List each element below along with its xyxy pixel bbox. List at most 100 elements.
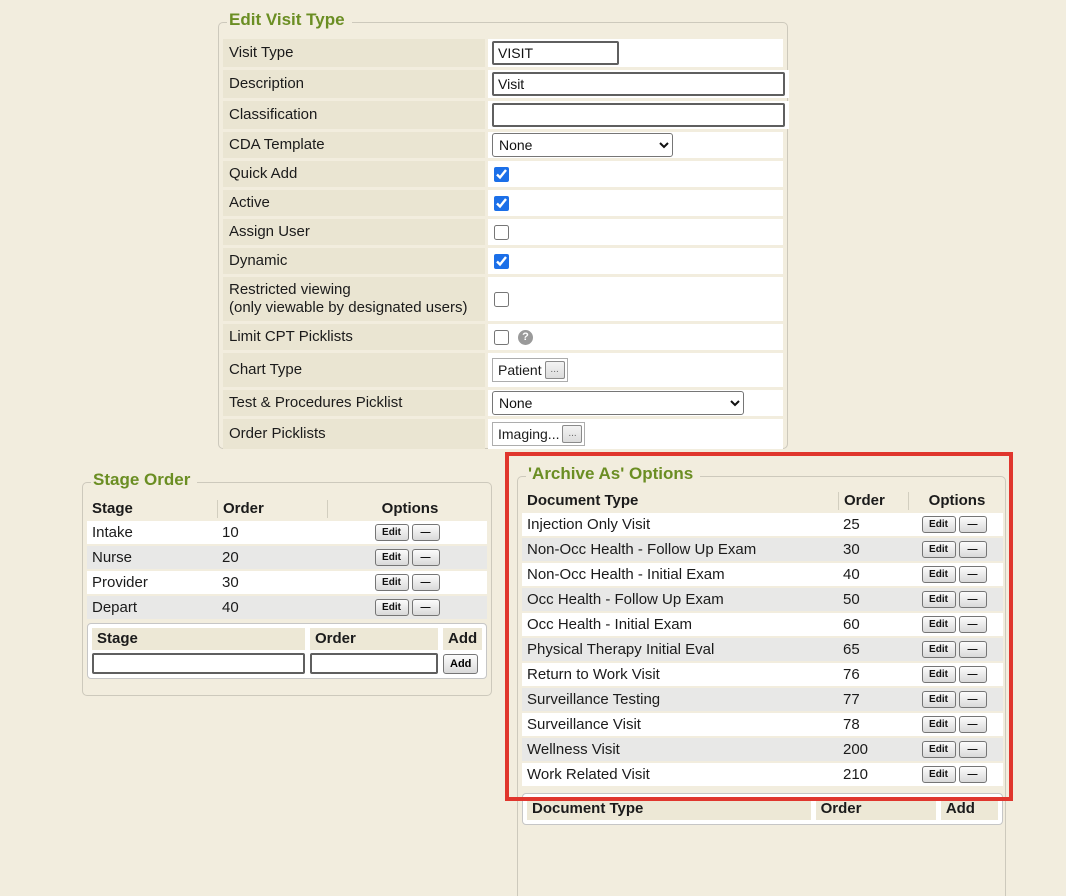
- description-row: Description: [223, 70, 783, 98]
- new-stage-order-input[interactable]: [310, 653, 438, 674]
- edit-button[interactable]: Edit: [922, 666, 956, 683]
- edit-visit-type-form: Visit Type Description Classification CD…: [219, 23, 787, 453]
- edit-button[interactable]: Edit: [922, 691, 956, 708]
- remove-button[interactable]: —: [959, 591, 987, 608]
- edit-button[interactable]: Edit: [375, 599, 409, 616]
- visit-type-label: Visit Type: [223, 39, 485, 67]
- edit-button[interactable]: Edit: [922, 591, 956, 608]
- remove-button[interactable]: —: [959, 741, 987, 758]
- quick-add-row: Quick Add: [223, 161, 783, 187]
- row-name: Injection Only Visit: [522, 516, 838, 533]
- row-options: Edit—: [327, 574, 487, 591]
- help-icon[interactable]: ?: [518, 330, 533, 345]
- test-procedures-label: Test & Procedures Picklist: [223, 390, 485, 416]
- remove-button[interactable]: —: [959, 716, 987, 733]
- test-procedures-row: Test & Procedures Picklist None: [223, 390, 783, 416]
- test-procedures-select[interactable]: None: [492, 391, 744, 415]
- remove-button[interactable]: —: [959, 616, 987, 633]
- visit-type-input[interactable]: [492, 41, 619, 65]
- limit-cpt-checkbox[interactable]: [494, 330, 509, 345]
- order-picklists-browse-button[interactable]: ...: [562, 425, 582, 443]
- remove-button[interactable]: —: [959, 516, 987, 533]
- table-row: Surveillance Testing77Edit—: [522, 688, 1003, 711]
- table-row: Provider30Edit—: [87, 571, 487, 594]
- table-row: Injection Only Visit25Edit—: [522, 513, 1003, 536]
- row-options: Edit—: [908, 741, 1000, 758]
- row-order: 65: [838, 641, 908, 658]
- dynamic-label: Dynamic: [223, 248, 485, 274]
- restricted-viewing-checkbox[interactable]: [494, 292, 509, 307]
- assign-user-checkbox[interactable]: [494, 225, 509, 240]
- table-row: Depart40Edit—: [87, 596, 487, 619]
- edit-button[interactable]: Edit: [922, 541, 956, 558]
- remove-button[interactable]: —: [959, 666, 987, 683]
- archive-as-legend: 'Archive As' Options: [526, 464, 700, 484]
- edit-button[interactable]: Edit: [375, 524, 409, 541]
- column-header-options: Options: [327, 500, 487, 518]
- edit-visit-type-legend: Edit Visit Type: [227, 10, 352, 30]
- row-options: Edit—: [908, 716, 1000, 733]
- stage-order-fieldset: Stage Order Stage Order Options Intake10…: [82, 482, 492, 696]
- quick-add-checkbox[interactable]: [494, 167, 509, 182]
- archive-table-body: Injection Only Visit25Edit— Non-Occ Healt…: [522, 513, 1003, 786]
- limit-cpt-label: Limit CPT Picklists: [223, 324, 485, 350]
- chart-type-value: Patient: [498, 362, 542, 378]
- cda-template-select[interactable]: None: [492, 133, 673, 157]
- row-name: Surveillance Testing: [522, 691, 838, 708]
- remove-button[interactable]: —: [412, 524, 440, 541]
- edit-button[interactable]: Edit: [922, 641, 956, 658]
- edit-button[interactable]: Edit: [922, 716, 956, 733]
- new-stage-input[interactable]: [92, 653, 305, 674]
- edit-button[interactable]: Edit: [922, 741, 956, 758]
- edit-button[interactable]: Edit: [375, 549, 409, 566]
- quick-add-label: Quick Add: [223, 161, 485, 187]
- row-name: Occ Health - Initial Exam: [522, 616, 838, 633]
- row-name: Non-Occ Health - Initial Exam: [522, 566, 838, 583]
- row-name: Work Related Visit: [522, 766, 838, 783]
- chart-type-browse-button[interactable]: ...: [545, 361, 565, 379]
- edit-button[interactable]: Edit: [922, 616, 956, 633]
- row-order: 30: [217, 574, 327, 591]
- table-row: Return to Work Visit76 Edit—: [522, 663, 1003, 686]
- add-stage-button[interactable]: Add: [443, 654, 478, 674]
- archive-add-box: Document Type Order Add: [522, 793, 1003, 825]
- row-order: 50: [838, 591, 908, 608]
- cda-template-row: CDA Template None: [223, 132, 783, 158]
- table-row: Wellness Visit200Edit—: [522, 738, 1003, 761]
- order-picklists-picker: Imaging... ...: [492, 422, 585, 446]
- edit-button[interactable]: Edit: [922, 516, 956, 533]
- table-row: Occ Health - Initial Exam60Edit—: [522, 613, 1003, 636]
- row-options: Edit—: [327, 549, 487, 566]
- row-name: Provider: [87, 574, 217, 591]
- remove-button[interactable]: —: [959, 541, 987, 558]
- edit-button[interactable]: Edit: [922, 566, 956, 583]
- remove-button[interactable]: —: [959, 766, 987, 783]
- classification-input[interactable]: [492, 103, 785, 127]
- dynamic-checkbox[interactable]: [494, 254, 509, 269]
- row-name: Return to Work Visit: [522, 666, 838, 683]
- row-order: 78: [838, 716, 908, 733]
- assign-user-label: Assign User: [223, 219, 485, 245]
- remove-button[interactable]: —: [959, 641, 987, 658]
- table-row: Nurse20Edit—: [87, 546, 487, 569]
- row-name: Non-Occ Health - Follow Up Exam: [522, 541, 838, 558]
- remove-button[interactable]: —: [959, 691, 987, 708]
- description-label: Description: [223, 70, 485, 98]
- remove-button[interactable]: —: [412, 599, 440, 616]
- table-row: Physical Therapy Initial Eval65Edit—: [522, 638, 1003, 661]
- row-options: Edit—: [908, 616, 1000, 633]
- add-header-add: Add: [443, 628, 482, 650]
- row-options: Edit—: [908, 591, 1000, 608]
- remove-button[interactable]: —: [959, 566, 987, 583]
- chart-type-row: Chart Type Patient ...: [223, 353, 783, 387]
- row-order: 76: [838, 666, 908, 683]
- remove-button[interactable]: —: [412, 549, 440, 566]
- description-input[interactable]: [492, 72, 785, 96]
- row-name: Nurse: [87, 549, 217, 566]
- edit-button[interactable]: Edit: [922, 766, 956, 783]
- column-header-options: Options: [908, 492, 1000, 510]
- remove-button[interactable]: —: [412, 574, 440, 591]
- active-checkbox[interactable]: [494, 196, 509, 211]
- edit-button[interactable]: Edit: [375, 574, 409, 591]
- row-name: Occ Health - Follow Up Exam: [522, 591, 838, 608]
